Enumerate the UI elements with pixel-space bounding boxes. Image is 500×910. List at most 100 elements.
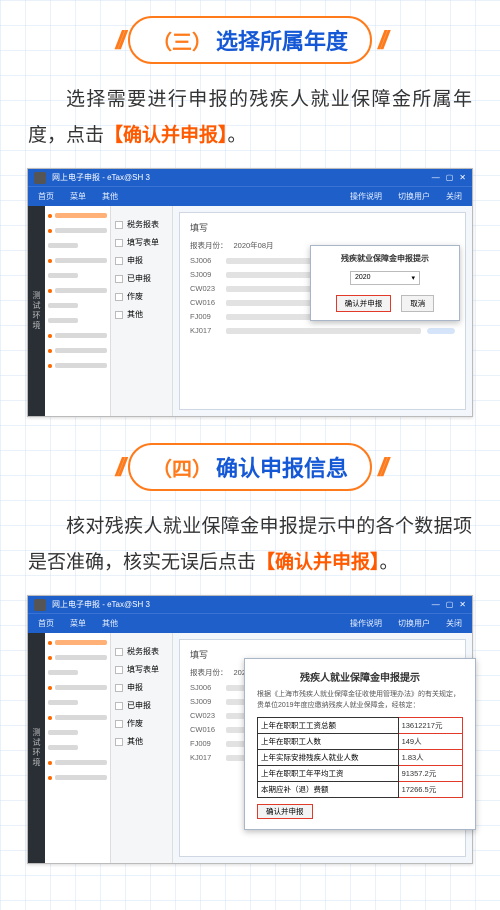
- titlebar-max-icon[interactable]: ▢: [446, 600, 454, 609]
- year-select[interactable]: 2020 ▾: [350, 271, 420, 285]
- window-titlebar: 网上电子申报 - eTax@SH 3 — ▢ ✕: [28, 596, 472, 613]
- header-pill-3: （三） 选择所属年度: [128, 16, 372, 64]
- screenshot-2: 网上电子申报 - eTax@SH 3 — ▢ ✕ 首页 菜单 其他 操作说明 切…: [27, 595, 473, 864]
- section-3-title: 选择所属年度: [216, 24, 348, 56]
- ribbon-other[interactable]: 其他: [102, 618, 118, 629]
- ribbon: 首页 菜单 其他 操作说明 切换用户 关闭: [28, 613, 472, 633]
- ribbon-link-a[interactable]: 操作说明: [350, 191, 382, 202]
- tree2-item[interactable]: 其他: [127, 309, 143, 320]
- data-table: 上年在职职工工资总额13612217元 上年在职职工人数149人 上年实际安排残…: [257, 717, 463, 798]
- table-row: 上年在职职工人数149人: [258, 734, 463, 750]
- cell-value: 17266.5元: [398, 782, 462, 798]
- section-3-num: （三）: [152, 26, 212, 55]
- cell-value: 149人: [398, 734, 462, 750]
- titlebar-min-icon[interactable]: —: [432, 600, 440, 609]
- ribbon-link-b[interactable]: 切换用户: [398, 618, 430, 629]
- ribbon-menu[interactable]: 菜单: [70, 618, 86, 629]
- year-select-dialog: 残疾就业保障金申报提示 2020 ▾ 确认并申报 取消: [310, 245, 460, 320]
- cell-value: 13612217元: [398, 718, 462, 734]
- section-3-body-post: 。: [228, 125, 247, 146]
- slash-decor-right: //: [378, 25, 384, 56]
- confirm-declare-button[interactable]: 确认并申报: [257, 804, 313, 819]
- ribbon-home[interactable]: 首页: [38, 191, 54, 202]
- dialog2-title: 残疾人就业保障金申报提示: [257, 669, 463, 684]
- chevron-down-icon: ▾: [411, 274, 415, 282]
- ribbon-link-c[interactable]: 关闭: [446, 191, 462, 202]
- tree2-item[interactable]: 填写表单: [127, 664, 159, 675]
- titlebar-max-icon[interactable]: ▢: [446, 173, 454, 182]
- screenshot-1: 网上电子申报 - eTax@SH 3 — ▢ ✕ 首页 菜单 其他 操作说明 切…: [27, 168, 473, 417]
- cell-label: 本期应补（退）费额: [258, 782, 399, 798]
- confirm-info-dialog: 残疾人就业保障金申报提示 根据《上海市残疾人就业保障金征收使用管理办法》的有关规…: [244, 658, 476, 830]
- app-logo: [34, 172, 46, 184]
- table-row: 上年在职职工年平均工资91357.2元: [258, 766, 463, 782]
- ribbon-link-b[interactable]: 切换用户: [398, 191, 430, 202]
- ribbon-other[interactable]: 其他: [102, 191, 118, 202]
- app-title: 网上电子申报 - eTax@SH 3: [52, 599, 150, 610]
- titlebar-min-icon[interactable]: —: [432, 173, 440, 182]
- cell-label: 上年实际安排残疾人就业人数: [258, 750, 399, 766]
- row-code: SJ009: [190, 697, 220, 706]
- header-pill-4: （四） 确认申报信息: [128, 443, 372, 491]
- section-4-header: // （四） 确认申报信息 //: [0, 443, 500, 491]
- tree2-item[interactable]: 作废: [127, 291, 143, 302]
- tree2-item[interactable]: 申报: [127, 682, 143, 693]
- app-title: 网上电子申报 - eTax@SH 3: [52, 172, 150, 183]
- tree2-item[interactable]: 已申报: [127, 700, 151, 711]
- secondary-tree: 税务报表 填写表单 申报 已申报 作废 其他: [111, 633, 173, 863]
- section-4-body-post: 。: [380, 552, 399, 573]
- cell-label: 上年在职职工工资总额: [258, 718, 399, 734]
- ribbon-home[interactable]: 首页: [38, 618, 54, 629]
- tree2-item[interactable]: 税务报表: [127, 646, 159, 657]
- secondary-tree: 税务报表 填写表单 申报 已申报 作废 其他: [111, 206, 173, 416]
- titlebar-close-icon[interactable]: ✕: [459, 600, 466, 609]
- dialog2-legal: 根据《上海市残疾人就业保障金征收使用管理办法》的有关规定，贵单位2019年度应缴…: [257, 690, 463, 711]
- row-code: FJ009: [190, 312, 220, 321]
- year-select-value: 2020: [355, 274, 371, 281]
- section-4-title: 确认申报信息: [216, 451, 348, 483]
- section-3-header: // （三） 选择所属年度 //: [0, 16, 500, 64]
- section-3-highlight: 【确认并申报】: [104, 125, 228, 146]
- ribbon-link-a[interactable]: 操作说明: [350, 618, 382, 629]
- tree2-item[interactable]: 已申报: [127, 273, 151, 284]
- cancel-button[interactable]: 取消: [401, 295, 434, 312]
- ribbon-menu[interactable]: 菜单: [70, 191, 86, 202]
- section-4-body-pre: 核对残疾人就业保障金申报提示中的各个数据项是否准确，核实无误后点击: [28, 516, 472, 573]
- slash-decor-right: //: [378, 452, 384, 483]
- tree2-item[interactable]: 填写表单: [127, 237, 159, 248]
- section-4-highlight: 【确认并申报】: [256, 552, 380, 573]
- period-label: 报表月份：: [190, 240, 228, 251]
- row-code: KJ017: [190, 753, 220, 762]
- titlebar-close-icon[interactable]: ✕: [459, 173, 466, 182]
- table-row: 上年实际安排残疾人就业人数1.83人: [258, 750, 463, 766]
- ribbon: 首页 菜单 其他 操作说明 切换用户 关闭: [28, 186, 472, 206]
- cell-label: 上年在职职工年平均工资: [258, 766, 399, 782]
- main-area: 填写 报表月份： 2020年08月 SJ006 SJ009 CW023 CW01…: [173, 206, 472, 416]
- period-value: 2020年08月: [234, 240, 274, 251]
- row-code: SJ009: [190, 270, 220, 279]
- row-code: KJ017: [190, 326, 220, 335]
- tree2-item[interactable]: 税务报表: [127, 219, 159, 230]
- row-code: CW023: [190, 284, 220, 293]
- row-code: CW016: [190, 725, 220, 734]
- section-3-body: 选择需要进行申报的残疾人就业保障金所属年度，点击【确认并申报】。: [0, 82, 500, 168]
- cell-label: 上年在职职工人数: [258, 734, 399, 750]
- period-label: 报表月份：: [190, 667, 228, 678]
- tree2-item[interactable]: 其他: [127, 736, 143, 747]
- side-strip-label: 测试环境: [28, 206, 45, 416]
- fill-panel: 填写 报表月份： 2020年08月 SJ006 SJ009 CW023 CW01…: [179, 639, 466, 857]
- tree2-item[interactable]: 申报: [127, 255, 143, 266]
- left-tree: [45, 633, 111, 863]
- ribbon-link-c[interactable]: 关闭: [446, 618, 462, 629]
- confirm-declare-button[interactable]: 确认并申报: [336, 295, 392, 312]
- section-4-body: 核对残疾人就业保障金申报提示中的各个数据项是否准确，核实无误后点击【确认并申报】…: [0, 509, 500, 595]
- row-code: SJ006: [190, 683, 220, 692]
- fill-panel: 填写 报表月份： 2020年08月 SJ006 SJ009 CW023 CW01…: [179, 212, 466, 410]
- cell-value: 91357.2元: [398, 766, 462, 782]
- dialog1-title: 残疾就业保障金申报提示: [319, 254, 451, 264]
- main-area: 填写 报表月份： 2020年08月 SJ006 SJ009 CW023 CW01…: [173, 633, 472, 863]
- tree2-item[interactable]: 作废: [127, 718, 143, 729]
- section-3-body-pre: 选择需要进行申报的残疾人就业保障金所属年度，点击: [28, 89, 472, 146]
- left-tree: [45, 206, 111, 416]
- table-row: 本期应补（退）费额17266.5元: [258, 782, 463, 798]
